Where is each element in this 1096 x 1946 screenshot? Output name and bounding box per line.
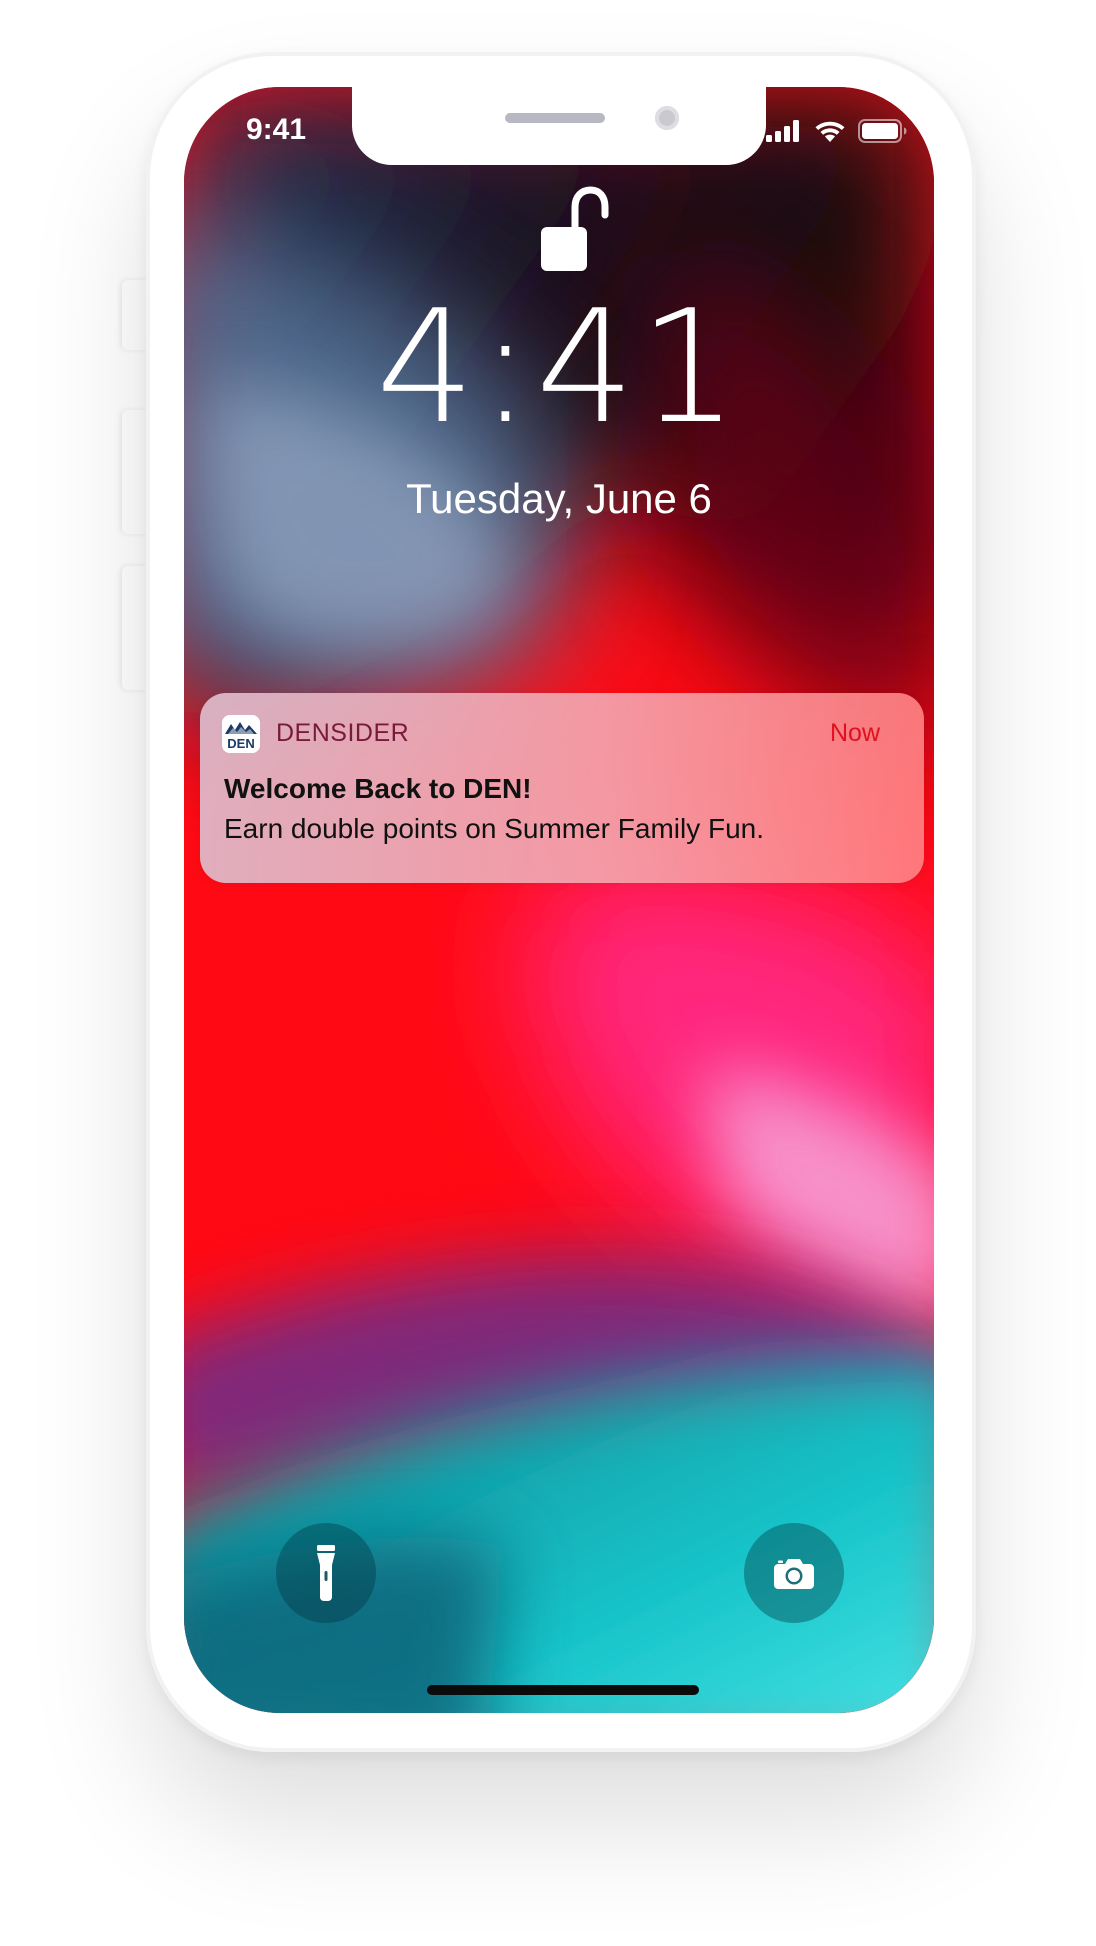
notification-app-name: DENSIDER bbox=[276, 719, 410, 747]
notification-body: Earn double points on Summer Family Fun. bbox=[224, 813, 765, 844]
battery-icon bbox=[858, 119, 907, 143]
camera-button[interactable] bbox=[744, 1523, 844, 1623]
flashlight-button[interactable] bbox=[276, 1523, 376, 1623]
cellular-signal-icon bbox=[766, 120, 799, 142]
status-bar-icons bbox=[766, 119, 908, 143]
mute-switch[interactable] bbox=[122, 280, 148, 350]
notification-banner[interactable]: DEN DENSIDER Now Welcome Back to DEN! Ea… bbox=[200, 693, 924, 883]
status-bar-time: 9:41 bbox=[246, 113, 307, 146]
notification-time: Now bbox=[829, 719, 880, 747]
flashlight-icon bbox=[317, 1545, 335, 1601]
camera-icon bbox=[774, 1559, 814, 1589]
earpiece-speaker bbox=[505, 113, 605, 123]
home-indicator[interactable] bbox=[427, 1685, 699, 1695]
volume-down-button[interactable] bbox=[122, 566, 148, 690]
unlocked-padlock-icon bbox=[541, 186, 609, 271]
notification-title: Welcome Back to DEN! bbox=[224, 773, 532, 804]
notch bbox=[352, 87, 766, 165]
lock-screen: 9:41 4:41 Tuesday, June 6 DEN DENSIDER N… bbox=[184, 87, 934, 1713]
wifi-icon bbox=[815, 121, 845, 142]
svg-text:DEN: DEN bbox=[227, 736, 254, 751]
lock-screen-date: Tuesday, June 6 bbox=[406, 475, 712, 522]
densider-app-icon: DEN bbox=[222, 715, 260, 753]
lock-screen-time: 4:41 bbox=[375, 276, 743, 458]
front-camera bbox=[655, 106, 679, 130]
volume-up-button[interactable] bbox=[122, 410, 148, 534]
